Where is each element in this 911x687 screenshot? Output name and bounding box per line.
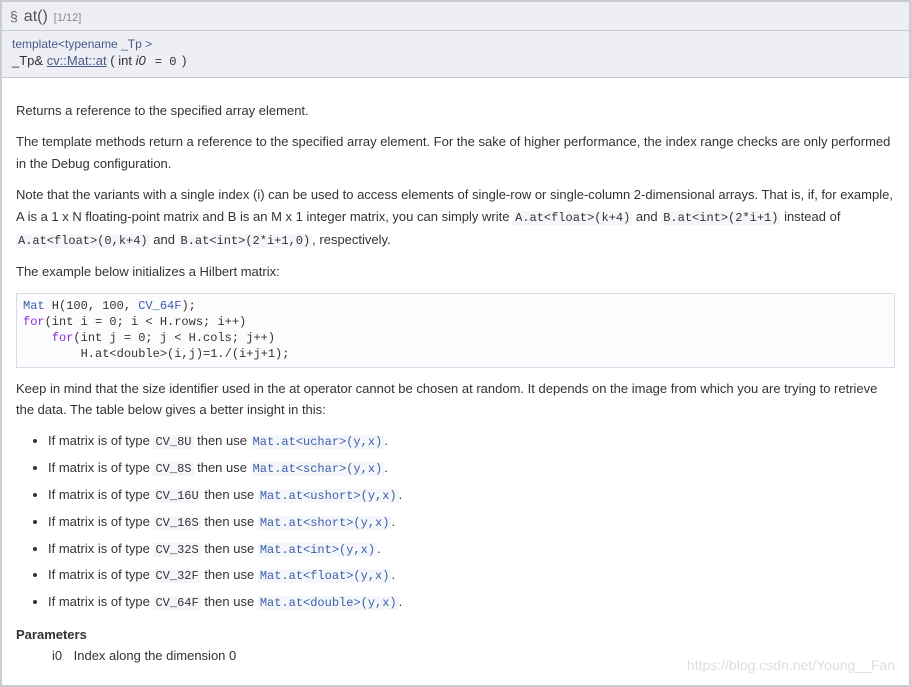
list-item: If matrix is of type CV_32S then use Mat…: [48, 538, 895, 561]
param-name: i0: [52, 645, 70, 666]
li-mid: then use: [194, 433, 251, 448]
signature: _Tp& cv::Mat::at ( int i0 = 0 ): [12, 53, 899, 69]
mat-at-link[interactable]: Mat.at<short>(y,x): [258, 516, 392, 530]
sig-open: ( int: [107, 53, 136, 68]
mat-at-link[interactable]: Mat.at<double>(y,x): [258, 596, 399, 610]
overload-counter: [1/12]: [54, 12, 82, 24]
keep-in-mind-text: Keep in mind that the size identifier us…: [16, 378, 895, 421]
li-mid: then use: [201, 514, 258, 529]
param-row: i0 Index along the dimension 0: [52, 645, 895, 666]
li-post: .: [377, 541, 381, 556]
li-pre: If matrix is of type: [48, 460, 153, 475]
cv-type: CV_64F: [153, 596, 200, 610]
method-doc: Returns a reference to the specified arr…: [1, 78, 910, 686]
code-for2: for: [52, 331, 74, 345]
li-mid: then use: [201, 594, 258, 609]
cv-type: CV_16S: [153, 516, 200, 530]
code-l1b: );: [181, 299, 195, 313]
code-l1a: H(100, 100,: [45, 299, 139, 313]
performance-text: The template methods return a reference …: [16, 131, 895, 174]
li-post: .: [399, 487, 403, 502]
li-mid: then use: [194, 460, 251, 475]
cv-type: CV_8U: [153, 435, 193, 449]
qualified-name-link[interactable]: cv::Mat::at: [47, 53, 107, 68]
code-l2a: (int i = 0; i < H.rows; i++): [45, 315, 247, 329]
code-b-at-int: B.at<int>(2*i+1): [661, 211, 780, 225]
param-desc: Index along the dimension 0: [74, 648, 237, 663]
li-post: .: [384, 460, 388, 475]
li-post: .: [391, 514, 395, 529]
cv-type: CV_16U: [153, 489, 200, 503]
code-for1: for: [23, 315, 45, 329]
li-pre: If matrix is of type: [48, 433, 153, 448]
code-mat-type: Mat: [23, 299, 45, 313]
note-resp: , respectively.: [312, 232, 391, 247]
li-post: .: [384, 433, 388, 448]
mat-at-link[interactable]: Mat.at<int>(y,x): [258, 543, 377, 557]
method-title: § at() [1/12]: [1, 1, 910, 31]
note-text: Note that the variants with a single ind…: [16, 184, 895, 251]
li-pre: If matrix is of type: [48, 514, 153, 529]
type-list: If matrix is of type CV_8U then use Mat.…: [48, 430, 895, 614]
section-mark: §: [10, 8, 18, 24]
li-mid: then use: [201, 487, 258, 502]
sig-close: ): [179, 53, 187, 68]
code-l4: H.at<double>(i,j)=1./(i+j+1);: [23, 347, 289, 361]
li-pre: If matrix is of type: [48, 487, 153, 502]
parameters-heading: Parameters: [16, 624, 895, 645]
arg-name: i0: [136, 53, 146, 68]
note-and1: and: [632, 209, 661, 224]
return-type: _Tp&: [12, 53, 47, 68]
note-and2: and: [150, 232, 179, 247]
method-prototype: template<typename _Tp > _Tp& cv::Mat::at…: [1, 31, 910, 78]
function-name: at(): [24, 8, 48, 26]
code-l3a: (int j = 0; j < H.cols; j++): [73, 331, 275, 345]
mat-at-link[interactable]: Mat.at<uchar>(y,x): [251, 435, 385, 449]
li-mid: then use: [201, 567, 258, 582]
li-mid: then use: [201, 541, 258, 556]
intro-text: Returns a reference to the specified arr…: [16, 100, 895, 121]
default-value: = 0: [146, 55, 179, 69]
code-fragment: Mat H(100, 100, CV_64F); for(int i = 0; …: [16, 293, 895, 368]
code-cv64f: CV_64F: [138, 299, 181, 313]
list-item: If matrix is of type CV_8U then use Mat.…: [48, 430, 895, 453]
mat-at-link[interactable]: Mat.at<ushort>(y,x): [258, 489, 399, 503]
code-a-at-float-2d: A.at<float>(0,k+4): [16, 234, 150, 248]
cv-type: CV_32F: [153, 569, 200, 583]
code-a-at-float: A.at<float>(k+4): [513, 211, 632, 225]
mat-at-link[interactable]: Mat.at<schar>(y,x): [251, 462, 385, 476]
list-item: If matrix is of type CV_16U then use Mat…: [48, 484, 895, 507]
li-pre: If matrix is of type: [48, 541, 153, 556]
code-b-at-int-2d: B.at<int>(2*i+1,0): [179, 234, 313, 248]
example-lead: The example below initializes a Hilbert …: [16, 261, 895, 282]
list-item: If matrix is of type CV_8S then use Mat.…: [48, 457, 895, 480]
template-line: template<typename _Tp >: [12, 37, 899, 51]
list-item: If matrix is of type CV_16S then use Mat…: [48, 511, 895, 534]
li-post: .: [399, 594, 403, 609]
list-item: If matrix is of type CV_32F then use Mat…: [48, 564, 895, 587]
li-pre: If matrix is of type: [48, 594, 153, 609]
li-post: .: [391, 567, 395, 582]
li-pre: If matrix is of type: [48, 567, 153, 582]
mat-at-link[interactable]: Mat.at<float>(y,x): [258, 569, 392, 583]
cv-type: CV_8S: [153, 462, 193, 476]
cv-type: CV_32S: [153, 543, 200, 557]
list-item: If matrix is of type CV_64F then use Mat…: [48, 591, 895, 614]
note-instead: instead of: [780, 209, 840, 224]
